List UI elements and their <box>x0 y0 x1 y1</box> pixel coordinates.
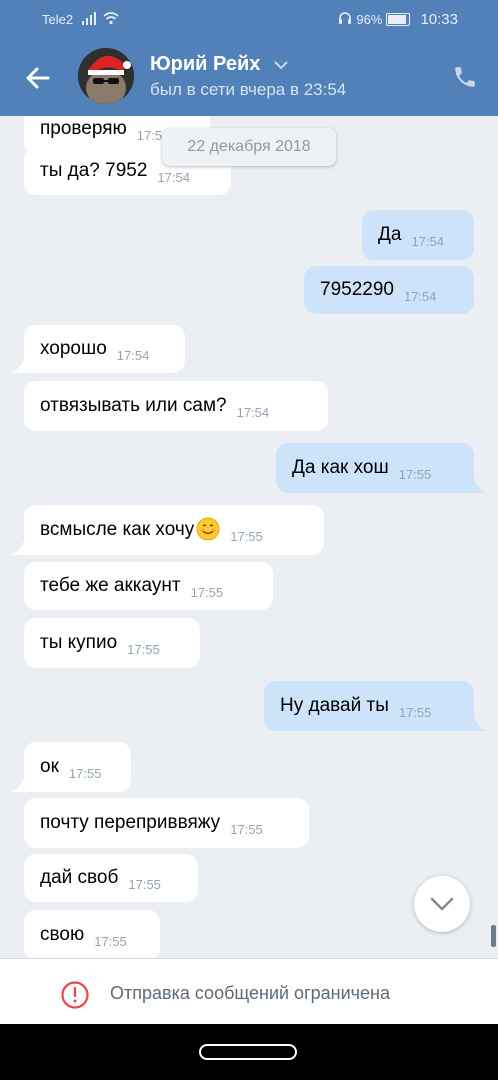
message-text: отвязывать или сам? <box>40 395 227 416</box>
avatar[interactable] <box>78 48 134 104</box>
home-gesture-bar[interactable] <box>199 1044 297 1060</box>
message-text: ты да? 7952 <box>40 160 148 181</box>
outgoing-message[interactable]: Ну давай ты 17:55 <box>264 681 474 731</box>
chat-header: Юрий Рейх был в сети вчера в 23:54 <box>0 40 498 116</box>
battery-percent: 96% <box>356 12 383 27</box>
incoming-message[interactable]: отвязывать или сам? 17:54 <box>24 381 328 431</box>
message-text: Ну давай ты <box>280 695 389 716</box>
message-time: 17:55 <box>94 933 127 949</box>
bubble-tail <box>12 770 28 792</box>
message-time: 17:54 <box>411 233 444 249</box>
bubble-tail <box>470 471 486 493</box>
contact-name[interactable]: Юрий Рейх <box>150 53 260 76</box>
battery-fill <box>388 15 407 24</box>
message-time: 17:55 <box>190 584 224 600</box>
status-bar: Tele2 96% 10:33 <box>0 0 498 40</box>
incoming-message[interactable]: ты купио 17:55 <box>24 618 200 668</box>
message-text: хорошо <box>40 338 107 359</box>
outgoing-message[interactable]: Да 17:54 <box>362 210 474 260</box>
chevron-down-icon <box>430 897 454 911</box>
incoming-message[interactable]: хорошо 17:54 <box>24 325 185 373</box>
carrier-name: Tele2 <box>42 12 74 27</box>
message-text: 7952290 <box>320 279 394 300</box>
incoming-message[interactable]: почту переприввяжу 17:55 <box>24 798 309 848</box>
message-text: всмысле как хочу <box>40 519 195 540</box>
message-text: проверяю <box>40 118 127 139</box>
message-time: 17:55 <box>230 821 263 837</box>
message-time: 17:55 <box>127 641 160 657</box>
system-nav-bar <box>0 1024 498 1080</box>
back-arrow-icon[interactable] <box>22 62 54 94</box>
message-time: 17:54 <box>236 404 270 420</box>
message-text: свою <box>40 924 85 945</box>
message-time: 17:55 <box>398 466 432 482</box>
incoming-message[interactable]: тебе же аккаунт 17:55 <box>24 562 273 610</box>
message-time: 17:55 <box>68 765 102 781</box>
message-text: дай своб <box>40 867 119 888</box>
message-text: Да <box>378 224 402 245</box>
messaging-restricted-label: Отправка сообщений ограничена <box>110 983 390 1003</box>
message-time: 17:54 <box>403 288 437 304</box>
signal-wifi-icon <box>82 11 122 28</box>
warning-icon <box>61 981 89 1009</box>
incoming-message[interactable]: свою 17:55 <box>24 910 160 958</box>
headphones-icon <box>338 11 352 28</box>
message-time: 17:54 <box>116 347 150 363</box>
message-text: Да как хош <box>292 457 389 478</box>
bubble-tail <box>12 351 28 373</box>
input-bar: Отправка сообщений ограничена <box>0 958 498 1025</box>
scrollbar-thumb[interactable] <box>491 925 496 947</box>
date-badge: 22 декабря 2018 <box>162 128 336 166</box>
message-text: тебе же аккаунт <box>40 575 181 596</box>
last-seen-status: был в сети вчера в 23:54 <box>150 80 347 99</box>
incoming-message[interactable]: дай своб 17:55 <box>24 854 198 902</box>
incoming-message[interactable]: ок 17:55 <box>24 742 131 792</box>
message-text: ты купио <box>40 632 118 653</box>
incoming-message[interactable]: всмысле как хочу 17:55 <box>24 505 324 555</box>
bubble-tail <box>12 533 28 555</box>
chevron-down-icon[interactable] <box>273 60 289 70</box>
smiling-face-emoji-icon <box>194 517 220 543</box>
message-list[interactable]: проверяю 17:54 ты да? 7952 17:54 Да 17:54 7952… <box>0 116 498 958</box>
message-time: 17:55 <box>230 528 263 544</box>
clock: 10:33 <box>420 11 458 28</box>
bubble-tail <box>470 709 486 731</box>
message-time: 17:55 <box>128 876 161 892</box>
message-text: почту переприввяжу <box>40 812 221 833</box>
battery-icon <box>386 13 411 26</box>
phone-icon[interactable] <box>452 64 478 90</box>
message-time: 17:54 <box>157 169 190 185</box>
message-text: ок <box>40 756 59 777</box>
outgoing-message[interactable]: 7952290 17:54 <box>304 266 474 314</box>
message-time: 17:55 <box>398 704 432 720</box>
scroll-down-button[interactable] <box>414 876 470 932</box>
outgoing-message[interactable]: Да как хош 17:55 <box>276 443 474 493</box>
